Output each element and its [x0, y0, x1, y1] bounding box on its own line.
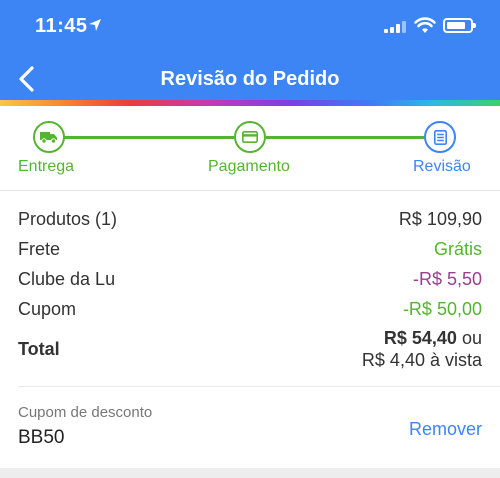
step-pagamento[interactable]: [234, 121, 266, 153]
products-label: Produtos (1): [18, 209, 118, 229]
club-label: Clube da Lu: [18, 269, 116, 289]
wifi-icon: [414, 17, 436, 33]
shipping-value: Grátis: [433, 239, 482, 259]
step-connector: [266, 136, 424, 139]
order-summary: Produtos (1) R$ 109,90 Frete Grátis Club…: [18, 203, 482, 323]
shipping-label: Frete: [18, 239, 61, 259]
step-connector: [60, 136, 234, 139]
status-bar: 11:45: [0, 0, 500, 52]
status-time: 11:45: [35, 15, 88, 37]
page-title: Revisão do Pedido: [160, 68, 340, 90]
divider: [0, 190, 500, 191]
total-value: R$ 54,40 ou R$ 4,40 à vista: [362, 327, 482, 371]
location-arrow-icon: [89, 19, 101, 31]
coupon-label: Cupom: [18, 299, 77, 319]
credit-card-icon: [242, 131, 258, 143]
coupon-discount-value: -R$ 50,00: [402, 299, 482, 319]
checkout-stepper: Entrega Pagamento Revisão: [0, 106, 500, 190]
step-label-entrega: Entrega: [18, 158, 75, 175]
divider: [18, 386, 500, 387]
battery-icon: [443, 18, 476, 33]
truck-icon: [40, 132, 57, 144]
section-separator: [0, 468, 500, 478]
summary-row-shipping: Frete Grátis: [18, 233, 482, 263]
document-icon: [433, 129, 447, 145]
coupon-code: BB50: [18, 427, 65, 448]
summary-row-products: Produtos (1) R$ 109,90: [18, 203, 482, 233]
app-header: 11:45 Revisão do Pedido: [0, 0, 500, 104]
total-label: Total: [18, 339, 60, 359]
total-cash-price: R$ 4,40 à vista: [361, 350, 482, 370]
summary-row-coupon: Cupom -R$ 50,00: [18, 293, 482, 323]
step-label-revisao: Revisão: [413, 158, 471, 175]
coupon-section-label: Cupom de desconto: [18, 404, 153, 421]
total-or: ou: [461, 328, 482, 348]
step-label-pagamento: Pagamento: [208, 158, 290, 175]
products-value: R$ 109,90: [398, 209, 482, 229]
coupon-section: Cupom de desconto BB50 Remover: [18, 404, 482, 454]
club-discount-value: -R$ 5,50: [412, 269, 482, 289]
total-amount: R$ 54,40: [383, 328, 457, 348]
cellular-signal-icon: [384, 21, 406, 33]
step-revisao[interactable]: [424, 121, 456, 153]
remove-coupon-button[interactable]: Remover: [409, 419, 482, 440]
step-entrega[interactable]: [33, 121, 65, 153]
summary-row-club: Clube da Lu -R$ 5,50: [18, 263, 482, 293]
